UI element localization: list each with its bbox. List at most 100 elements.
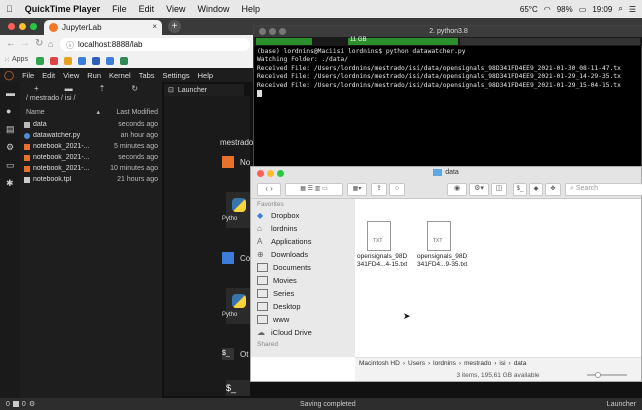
sidebar-item-dropbox[interactable]: ◆ Dropbox <box>251 209 355 222</box>
spotlight-icon[interactable]: ⌕ <box>618 4 622 14</box>
icon-size-slider[interactable] <box>587 374 627 376</box>
sidebar-item-documents[interactable]: Documents <box>251 261 355 274</box>
url-field[interactable]: ⓘ localhost:8888/lab <box>60 38 250 51</box>
file-row[interactable]: notebook_2021-... seconds ago <box>20 152 162 163</box>
menu-window[interactable]: Window <box>192 4 236 14</box>
apple-icon[interactable]:  <box>0 4 19 14</box>
column-last-modified[interactable]: Last Modified <box>104 109 162 116</box>
bookmark-icon[interactable] <box>78 57 86 65</box>
wifi-icon[interactable]: ◠ <box>544 5 551 14</box>
new-folder-icon[interactable]: ▬ <box>65 84 73 93</box>
dropbox-toolbar-icon[interactable]: ◆ <box>529 183 543 196</box>
bookmark-apps[interactable]: Apps <box>12 56 28 63</box>
clock[interactable]: 19:09 <box>592 5 612 14</box>
file-row[interactable]: notebook_2021-... 5 minutes ago <box>20 141 162 152</box>
jmenu-run[interactable]: Run <box>83 71 105 80</box>
file-name-2[interactable]: opensignals_98D 341FD4...9-35.txt <box>417 253 477 269</box>
breadcrumb[interactable]: / mestrado / isi / <box>26 95 75 102</box>
file-row[interactable]: data seconds ago <box>20 119 162 130</box>
zoom-window-icon[interactable] <box>279 28 286 35</box>
tabs-icon[interactable]: ▭ <box>6 160 15 171</box>
file-row[interactable]: notebook.tpl 21 hours ago <box>20 174 162 185</box>
close-window-icon[interactable] <box>257 170 264 177</box>
minimize-window-icon[interactable] <box>269 28 276 35</box>
bookmark-icon[interactable] <box>50 57 58 65</box>
bookmark-icon[interactable] <box>92 57 100 65</box>
apps-icon[interactable]: ⁙ <box>4 56 10 64</box>
sidebar-item-downloads[interactable]: ⊕ Downloads <box>251 248 355 261</box>
menu-app-name[interactable]: QuickTime Player <box>19 4 106 14</box>
path-users[interactable]: Users <box>408 360 425 367</box>
terminal-output[interactable]: (base) lordnins@Maciisi lordnins$ python… <box>257 48 641 98</box>
commands-icon[interactable]: ▤ <box>6 124 15 135</box>
txt-file-icon[interactable]: TXT <box>427 221 451 251</box>
path-isi[interactable]: isi <box>499 360 505 367</box>
jmenu-view[interactable]: View <box>59 71 83 80</box>
file-row[interactable]: notebook_2021-... 10 minutes ago <box>20 163 162 174</box>
property-inspector-icon[interactable]: ⚙ <box>6 142 14 153</box>
new-launcher-icon[interactable]: + <box>34 84 39 93</box>
file-row[interactable]: datawatcher.py an hour ago <box>20 130 162 141</box>
quicklook-icon[interactable]: ◫ <box>491 183 507 196</box>
back-icon[interactable]: ← <box>6 38 16 49</box>
minimize-window-icon[interactable] <box>267 170 274 177</box>
path-lordnins[interactable]: lordnins <box>433 360 456 367</box>
status-kernels[interactable]: 0 <box>22 401 26 408</box>
menu-file[interactable]: File <box>106 4 133 14</box>
close-tab-icon[interactable]: × <box>152 22 157 31</box>
menu-extras-icon[interactable]: ☰ <box>629 5 636 14</box>
path-data[interactable]: data <box>514 360 527 367</box>
group-button[interactable]: ▦▾ <box>347 183 367 196</box>
info-icon[interactable]: ⓘ <box>66 40 74 51</box>
share-icon[interactable]: ⇪ <box>371 183 387 196</box>
bookmark-icon[interactable] <box>120 57 128 65</box>
path-macintosh-hd[interactable]: Macintosh HD <box>359 360 400 367</box>
sidebar-item-applications[interactable]: A Applications <box>251 235 355 248</box>
extension-icon[interactable]: ✤ <box>545 183 561 196</box>
python-notebook-card[interactable]: Pytho <box>222 192 250 228</box>
forward-icon[interactable]: → <box>20 38 30 49</box>
home-icon[interactable]: ⌂ <box>48 39 53 49</box>
battery-percent[interactable]: 98% <box>557 5 573 14</box>
view-icon[interactable]: ◉ <box>447 183 467 196</box>
jmenu-settings[interactable]: Settings <box>159 71 194 80</box>
file-name-1[interactable]: opensignals_98D 341FD4...4-15.txt <box>357 253 417 269</box>
terminal-card[interactable]: $_ <box>226 380 250 396</box>
jmenu-edit[interactable]: Edit <box>38 71 59 80</box>
bookmark-icon[interactable] <box>64 57 72 65</box>
column-name[interactable]: Name <box>26 109 96 116</box>
refresh-icon[interactable]: ↻ <box>131 84 138 93</box>
settings-status-icon[interactable]: ⚙ <box>29 400 35 408</box>
running-icon[interactable]: ● <box>6 106 11 116</box>
close-window-icon[interactable] <box>8 23 15 30</box>
sidebar-item-desktop[interactable]: Desktop <box>251 300 355 313</box>
sort-icon[interactable]: ▴ <box>96 108 100 116</box>
view-mode-buttons[interactable]: ▦ ☰ ▥ ▭ <box>285 183 343 196</box>
menu-edit[interactable]: Edit <box>133 4 161 14</box>
close-window-icon[interactable] <box>259 28 266 35</box>
sidebar-item-series[interactable]: Series <box>251 287 355 300</box>
menu-view[interactable]: View <box>160 4 191 14</box>
path-mestrado[interactable]: mestrado <box>464 360 491 367</box>
back-forward-button[interactable]: ‹ › <box>257 183 281 196</box>
icon-size-slider-knob[interactable] <box>595 372 601 378</box>
folder-icon[interactable]: ▬ <box>6 88 15 98</box>
new-tab-icon[interactable]: + <box>168 20 181 33</box>
tab-jupyterlab[interactable]: JupyterLab × <box>44 20 162 35</box>
sidebar-item-lordnins[interactable]: ⌂ lordnins <box>251 222 355 235</box>
extensions-icon[interactable]: ✱ <box>6 178 14 189</box>
bookmark-icon[interactable] <box>106 57 114 65</box>
status-terminals[interactable]: 0 <box>6 401 10 408</box>
tab-launcher[interactable]: ⊡ Launcher <box>164 84 244 96</box>
menu-help[interactable]: Help <box>236 4 267 14</box>
sidebar-item-www[interactable]: www <box>251 313 355 326</box>
reload-icon[interactable]: ↻ <box>35 38 43 49</box>
search-field[interactable]: ⌕ Search <box>565 183 642 196</box>
python-console-card[interactable]: Pytho <box>222 288 250 324</box>
upload-icon[interactable]: ⇡ <box>99 84 106 93</box>
tag-icon[interactable]: ○ <box>389 183 405 196</box>
minimize-window-icon[interactable] <box>19 23 26 30</box>
sidebar-item-movies[interactable]: Movies <box>251 274 355 287</box>
txt-file-icon[interactable]: TXT <box>367 221 391 251</box>
zoom-window-icon[interactable] <box>30 23 37 30</box>
